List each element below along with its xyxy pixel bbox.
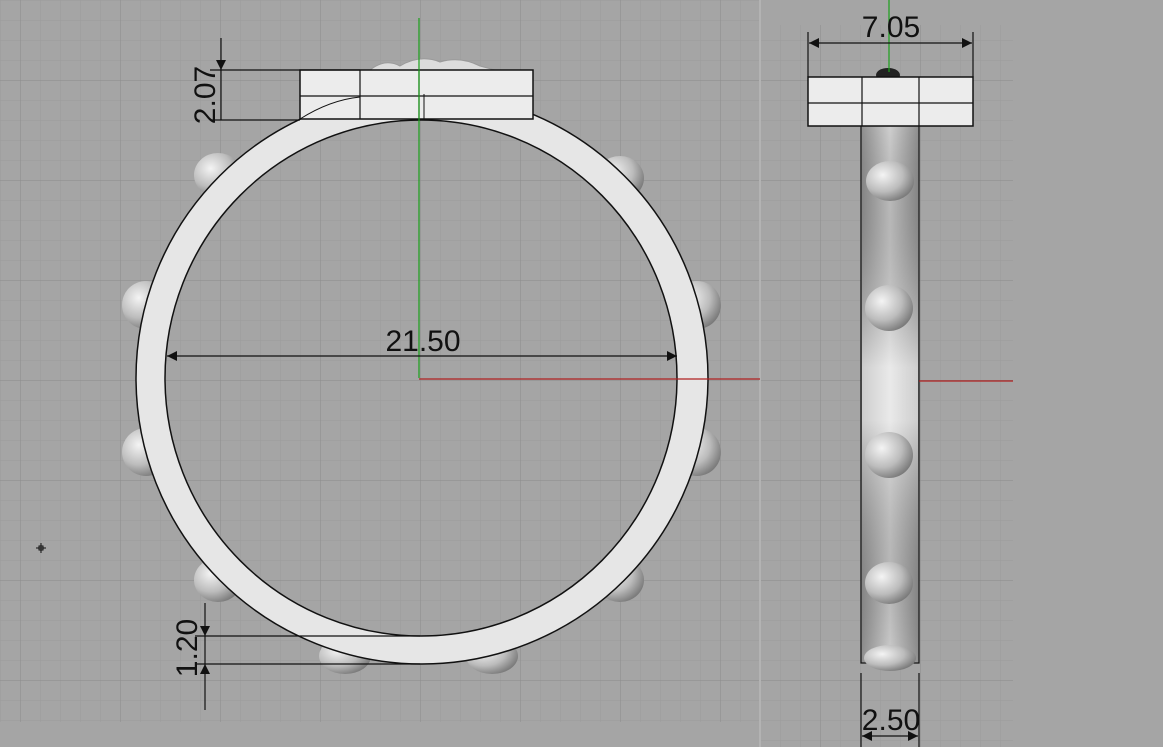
bead	[865, 285, 913, 331]
bead	[864, 645, 916, 671]
dimension-label-top-height: 2.07	[189, 66, 222, 124]
bead	[866, 161, 914, 201]
cad-viewport[interactable]: 21.50 2.07 1.20 7.05 2.50	[0, 0, 1163, 747]
bead	[865, 562, 913, 604]
side-head-plate	[807, 76, 974, 127]
dimension-label-top-width: 7.05	[862, 11, 920, 44]
dimension-label-inner-diameter: 21.50	[385, 325, 460, 358]
dimension-label-band-thickness: 1.20	[171, 619, 204, 677]
dimension-label-band-width: 2.50	[862, 704, 920, 737]
head-plate	[299, 69, 534, 120]
bead	[865, 432, 913, 478]
